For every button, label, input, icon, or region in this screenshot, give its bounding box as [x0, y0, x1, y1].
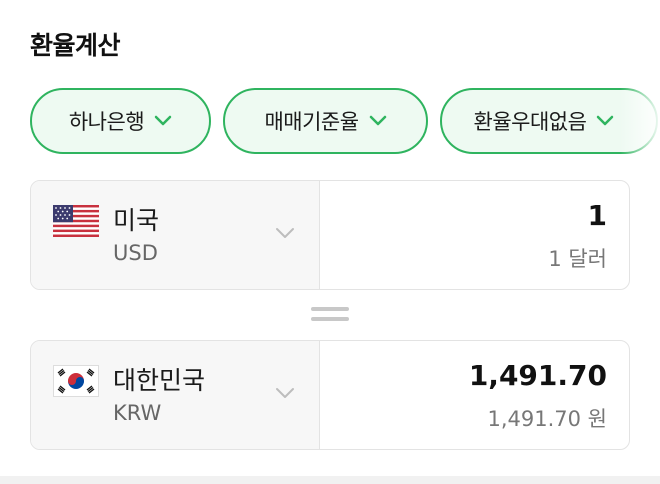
equals-icon — [311, 305, 349, 323]
bottom-divider — [0, 476, 660, 484]
chevron-down-icon — [276, 388, 294, 398]
to-currency-select[interactable]: 대한민국 KRW — [31, 341, 320, 449]
preferential-rate-select-button[interactable]: 환율우대없음 — [440, 88, 658, 154]
to-currency-card: 대한민국 KRW 1,491.70 1,491.70 원 — [30, 340, 630, 450]
chevron-down-icon — [276, 228, 294, 238]
chevron-down-icon — [597, 115, 614, 126]
from-currency-code: USD — [113, 241, 158, 265]
preferential-rate-select-label: 환율우대없음 — [473, 110, 587, 134]
us-flag-icon — [53, 205, 99, 237]
rate-type-select-label: 매매기준율 — [264, 110, 359, 134]
kr-flag-icon — [53, 365, 99, 397]
chevron-down-icon — [154, 115, 172, 126]
to-currency-code: KRW — [113, 401, 162, 425]
to-amount-input[interactable]: 1,491.70 — [469, 359, 607, 392]
from-amount-text: 1 달러 — [548, 247, 607, 271]
from-country-name: 미국 — [113, 206, 160, 235]
to-amount-text: 1,491.70 원 — [487, 407, 607, 431]
page-title: 환율계산 — [30, 31, 121, 60]
chevron-down-icon — [369, 115, 386, 126]
bank-select-label: 하나은행 — [68, 110, 145, 134]
from-amount-input[interactable]: 1 — [588, 199, 607, 232]
bank-select-button[interactable]: 하나은행 — [30, 88, 211, 154]
to-country-name: 대한민국 — [113, 366, 206, 395]
from-currency-select[interactable]: 미국 USD — [31, 181, 320, 289]
rate-type-select-button[interactable]: 매매기준율 — [223, 88, 428, 154]
from-currency-card: 미국 USD 1 1 달러 — [30, 180, 630, 290]
